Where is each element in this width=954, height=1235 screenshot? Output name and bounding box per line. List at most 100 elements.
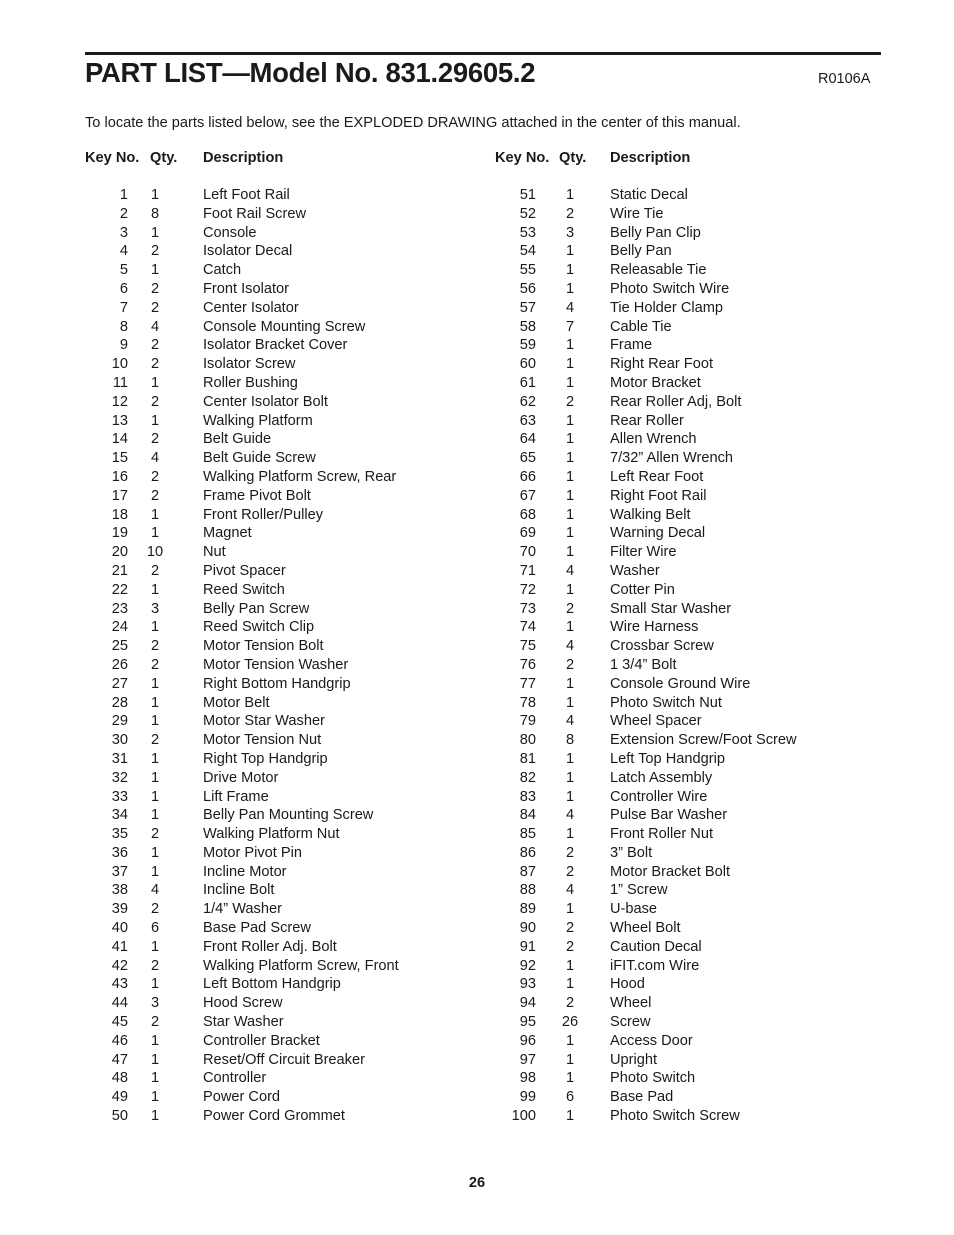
cell-qty: 1 bbox=[150, 262, 160, 279]
cell-key-no: 13 bbox=[111, 412, 128, 429]
cell-qty: 4 bbox=[150, 318, 160, 335]
cell-description: Belly Pan Screw bbox=[203, 600, 310, 617]
cell-description: Console bbox=[203, 224, 257, 241]
cell-description: Controller bbox=[203, 1070, 267, 1087]
cell-description: iFIT.com Wire bbox=[610, 957, 700, 974]
table-row: 54 1 Belly Pan bbox=[407, 242, 867, 261]
cell-qty: 1 bbox=[150, 863, 160, 880]
table-row: 5 1 Catch bbox=[0, 261, 460, 280]
cell-key-no: 66 bbox=[519, 468, 536, 485]
cell-description: Power Cord bbox=[203, 1089, 281, 1106]
table-row: 26 2 Motor Tension Washer bbox=[0, 656, 460, 675]
cell-description: 1” Screw bbox=[610, 882, 668, 899]
cell-description: Star Washer bbox=[203, 1014, 284, 1031]
cell-qty: 1 bbox=[150, 1108, 160, 1125]
table-row: 67 1 Right Foot Rail bbox=[407, 487, 867, 506]
table-row: 40 6 Base Pad Screw bbox=[0, 919, 460, 938]
cell-description: Hood Screw bbox=[203, 995, 283, 1012]
cell-qty: 4 bbox=[565, 807, 575, 824]
cell-qty: 2 bbox=[150, 280, 160, 297]
cell-qty: 26 bbox=[561, 1014, 579, 1031]
parts-rows-left: 1 1 Left Foot Rail 2 8 Foot Rail Screw 3 1 Conso… bbox=[0, 186, 460, 1126]
page-title: PART LIST—Model No. 831.29605.2 bbox=[85, 57, 536, 88]
cell-description: Latch Assembly bbox=[610, 769, 713, 786]
cell-description: Walking Platform Screw, Front bbox=[203, 957, 399, 974]
cell-description: Cable Tie bbox=[610, 318, 672, 335]
cell-qty: 2 bbox=[565, 205, 575, 222]
table-row: 27 1 Right Bottom Handgrip bbox=[0, 675, 460, 694]
cell-key-no: 22 bbox=[111, 581, 128, 598]
parts-rows-right: 51 1 Static Decal 52 2 Wire Tie 53 3 Belly Pan C… bbox=[407, 186, 867, 1126]
table-row: 28 1 Motor Belt bbox=[0, 694, 460, 713]
cell-qty: 2 bbox=[565, 995, 575, 1012]
table-row: 57 4 Tie Holder Clamp bbox=[407, 299, 867, 318]
cell-qty: 7 bbox=[565, 318, 575, 335]
cell-qty: 2 bbox=[565, 863, 575, 880]
cell-qty: 4 bbox=[565, 882, 575, 899]
table-row: 58 7 Cable Tie bbox=[407, 318, 867, 337]
cell-description: Motor Pivot Pin bbox=[203, 844, 302, 861]
cell-description: Reed Switch Clip bbox=[203, 619, 315, 636]
cell-qty: 1 bbox=[565, 337, 575, 354]
table-row: 82 1 Latch Assembly bbox=[407, 769, 867, 788]
cell-qty: 1 bbox=[150, 525, 160, 542]
table-row: 11 1 Roller Bushing bbox=[0, 374, 460, 393]
cell-key-no: 48 bbox=[111, 1070, 128, 1087]
cell-qty: 4 bbox=[150, 882, 160, 899]
cell-key-no: 36 bbox=[111, 844, 128, 861]
table-row: 95 26 Screw bbox=[407, 1013, 867, 1032]
cell-qty: 1 bbox=[565, 957, 575, 974]
table-row: 17 2 Frame Pivot Bolt bbox=[0, 487, 460, 506]
cell-qty: 10 bbox=[146, 544, 164, 561]
cell-description: Reset/Off Circuit Breaker bbox=[203, 1051, 365, 1068]
table-row: 18 1 Front Roller/Pulley bbox=[0, 506, 460, 525]
cell-description: Left Bottom Handgrip bbox=[203, 976, 341, 993]
cell-key-no: 90 bbox=[519, 920, 536, 937]
cell-key-no: 39 bbox=[111, 901, 128, 918]
table-row: 80 8 Extension Screw/Foot Screw bbox=[407, 731, 867, 750]
cell-qty: 1 bbox=[565, 525, 575, 542]
cell-qty: 1 bbox=[565, 675, 575, 692]
cell-description: Base Pad Screw bbox=[203, 920, 311, 937]
table-row: 77 1 Console Ground Wire bbox=[407, 675, 867, 694]
table-row: 51 1 Static Decal bbox=[407, 186, 867, 205]
cell-key-no: 56 bbox=[519, 280, 536, 297]
cell-description: Front Isolator bbox=[203, 280, 289, 297]
table-row: 8 4 Console Mounting Screw bbox=[0, 318, 460, 337]
cell-description: Controller Bracket bbox=[203, 1032, 320, 1049]
cell-key-no: 29 bbox=[111, 713, 128, 730]
cell-key-no: 23 bbox=[111, 600, 128, 617]
cell-description: Walking Platform Nut bbox=[203, 826, 340, 843]
cell-key-no: 62 bbox=[519, 393, 536, 410]
cell-qty: 1 bbox=[565, 243, 575, 260]
cell-description: Right Rear Foot bbox=[610, 356, 714, 373]
cell-key-no: 69 bbox=[519, 525, 536, 542]
cell-description: Console Ground Wire bbox=[610, 675, 751, 692]
table-row: 38 4 Incline Bolt bbox=[0, 881, 460, 900]
cell-description: Reed Switch bbox=[203, 581, 285, 598]
table-row: 79 4 Wheel Spacer bbox=[407, 712, 867, 731]
cell-key-no: 40 bbox=[111, 920, 128, 937]
cell-description: Walking Belt bbox=[610, 506, 691, 523]
cell-description: Wheel Bolt bbox=[610, 920, 681, 937]
cell-key-no: 8 bbox=[119, 318, 128, 335]
cell-key-no: 34 bbox=[111, 807, 128, 824]
table-row: 63 1 Rear Roller bbox=[407, 412, 867, 431]
cell-description: Right Bottom Handgrip bbox=[203, 675, 351, 692]
cell-description: Console Mounting Screw bbox=[203, 318, 366, 335]
cell-key-no: 85 bbox=[519, 826, 536, 843]
cell-description: 1 3/4” Bolt bbox=[610, 656, 677, 673]
cell-qty: 1 bbox=[150, 1032, 160, 1049]
cell-qty: 2 bbox=[150, 243, 160, 260]
cell-key-no: 98 bbox=[519, 1070, 536, 1087]
cell-key-no: 9 bbox=[119, 337, 128, 354]
intro-text: To locate the parts listed below, see th… bbox=[85, 115, 741, 131]
cell-description: Isolator Decal bbox=[203, 243, 293, 260]
cell-description: Magnet bbox=[203, 525, 252, 542]
table-row: 89 1 U-base bbox=[407, 900, 867, 919]
cell-key-no: 61 bbox=[519, 374, 536, 391]
cell-key-no: 14 bbox=[111, 431, 128, 448]
cell-qty: 3 bbox=[150, 600, 160, 617]
cell-qty: 1 bbox=[565, 262, 575, 279]
table-row: 85 1 Front Roller Nut bbox=[407, 825, 867, 844]
